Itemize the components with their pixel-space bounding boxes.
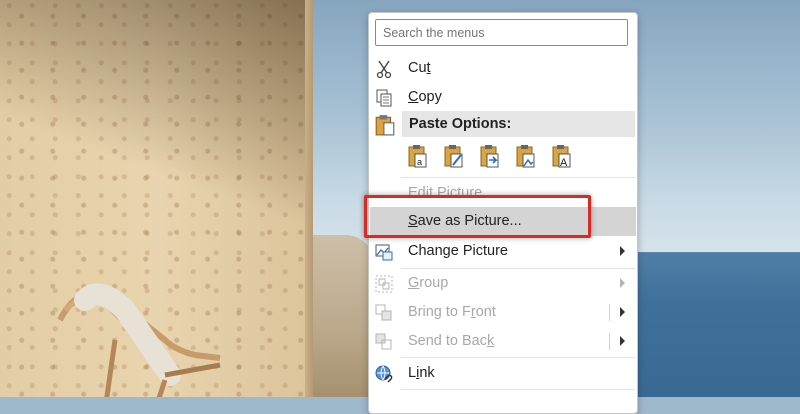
clipboard-icon [375, 115, 395, 136]
menu-item-label: Bring to Front [408, 304, 496, 320]
send-to-back-icon [375, 333, 392, 350]
separator [401, 357, 635, 358]
menu-item-label: Copy [408, 89, 442, 105]
paste-keep-formatting-icon[interactable]: a [407, 143, 429, 169]
svg-text:a: a [417, 157, 422, 167]
submenu-arrow-icon [620, 246, 625, 256]
paste-text-only-icon[interactable]: A [551, 143, 573, 169]
menu-item-copy[interactable]: Copy [370, 84, 636, 111]
split-divider [609, 333, 610, 350]
menu-item-cut[interactable]: Cut [370, 55, 636, 82]
change-picture-icon [375, 244, 393, 261]
separator [401, 389, 635, 390]
menu-item-label: Cut [408, 60, 431, 76]
copy-icon [376, 89, 392, 107]
wall-edge [305, 0, 313, 397]
menu-item-link[interactable]: Link [370, 360, 636, 387]
paste-picture-icon[interactable] [515, 143, 537, 169]
menu-item-label: Send to Back [408, 333, 495, 349]
menu-item-group: Group [370, 270, 636, 297]
menu-item-label: Group [408, 275, 449, 291]
menu-search-input[interactable] [375, 19, 628, 46]
menu-item-label: Change Picture [408, 243, 508, 259]
paste-merge-icon[interactable] [443, 143, 465, 169]
lounge-chair [57, 283, 221, 397]
menu-item-send-to-back: Send to Back [370, 328, 636, 355]
menu-item-label: Link [408, 365, 435, 381]
submenu-arrow-icon[interactable] [620, 336, 625, 346]
svg-text:A: A [560, 157, 568, 169]
submenu-arrow-icon [620, 278, 625, 288]
highlight-box [364, 195, 591, 238]
split-divider [609, 304, 610, 321]
menu-item-change-picture[interactable]: Change Picture [370, 238, 636, 265]
paste-options-header: Paste Options: [402, 111, 635, 137]
group-icon [375, 275, 393, 293]
scissors-icon [376, 60, 392, 79]
separator [401, 177, 635, 178]
separator [401, 268, 635, 269]
menu-item-bring-to-front: Bring to Front [370, 299, 636, 326]
bring-to-front-icon [375, 304, 392, 321]
link-icon [375, 365, 393, 383]
submenu-arrow-icon[interactable] [620, 307, 625, 317]
paste-link-icon[interactable] [479, 143, 501, 169]
rocks [305, 235, 375, 397]
